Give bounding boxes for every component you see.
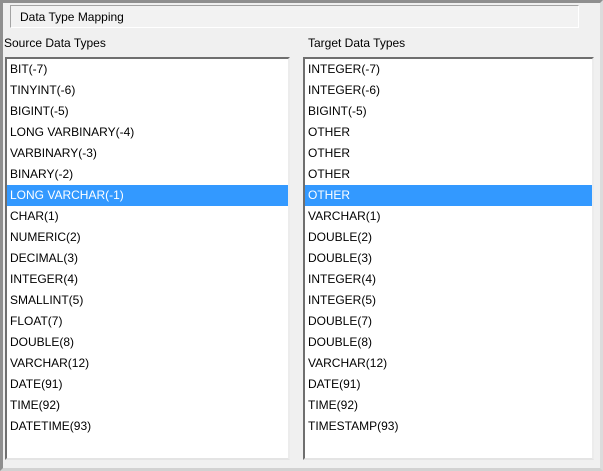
list-item[interactable]: VARCHAR(12) [7, 353, 288, 374]
list-item[interactable]: DOUBLE(7) [305, 311, 592, 332]
list-item[interactable]: NUMERIC(2) [7, 227, 288, 248]
target-list-label: Target Data Types [308, 36, 405, 50]
list-item[interactable]: OTHER [305, 164, 592, 185]
list-item[interactable]: BIGINT(-5) [305, 101, 592, 122]
list-item[interactable]: INTEGER(-6) [305, 80, 592, 101]
list-item[interactable]: VARBINARY(-3) [7, 143, 288, 164]
list-item[interactable]: DOUBLE(3) [305, 248, 592, 269]
dialog-title: Data Type Mapping [20, 10, 124, 24]
list-item-selected[interactable]: LONG VARCHAR(-1) [7, 185, 288, 206]
list-item[interactable]: VARCHAR(1) [305, 206, 592, 227]
target-data-types-listbox[interactable]: INTEGER(-7)INTEGER(-6)BIGINT(-5)OTHEROTH… [303, 57, 594, 460]
list-item[interactable]: INTEGER(-7) [305, 59, 592, 80]
list-item[interactable]: DOUBLE(8) [305, 332, 592, 353]
list-item[interactable]: INTEGER(4) [7, 269, 288, 290]
source-list-label: Source Data Types [4, 36, 106, 50]
list-item[interactable]: BIT(-7) [7, 59, 288, 80]
list-item[interactable]: BIGINT(-5) [7, 101, 288, 122]
list-item[interactable]: DATETIME(93) [7, 416, 288, 437]
list-item[interactable]: OTHER [305, 143, 592, 164]
list-item[interactable]: BINARY(-2) [7, 164, 288, 185]
list-item[interactable]: TIME(92) [7, 395, 288, 416]
list-item[interactable]: FLOAT(7) [7, 311, 288, 332]
list-item[interactable]: VARCHAR(12) [305, 353, 592, 374]
list-item[interactable]: TIME(92) [305, 395, 592, 416]
list-item[interactable]: CHAR(1) [7, 206, 288, 227]
list-item[interactable]: INTEGER(5) [305, 290, 592, 311]
list-item[interactable]: OTHER [305, 122, 592, 143]
list-item[interactable]: TIMESTAMP(93) [305, 416, 592, 437]
list-item[interactable]: LONG VARBINARY(-4) [7, 122, 288, 143]
list-item[interactable]: DECIMAL(3) [7, 248, 288, 269]
list-item[interactable]: DATE(91) [305, 374, 592, 395]
list-item[interactable]: DOUBLE(8) [7, 332, 288, 353]
source-data-types-listbox[interactable]: BIT(-7)TINYINT(-6)BIGINT(-5)LONG VARBINA… [5, 57, 290, 460]
list-item[interactable]: INTEGER(4) [305, 269, 592, 290]
data-type-mapping-dialog: Data Type Mapping Source Data Types Targ… [0, 0, 603, 471]
list-item[interactable]: DOUBLE(2) [305, 227, 592, 248]
list-item-selected[interactable]: OTHER [305, 185, 592, 206]
list-item[interactable]: TINYINT(-6) [7, 80, 288, 101]
list-item[interactable]: SMALLINT(5) [7, 290, 288, 311]
dialog-header: Data Type Mapping [10, 5, 579, 28]
list-item[interactable]: DATE(91) [7, 374, 288, 395]
